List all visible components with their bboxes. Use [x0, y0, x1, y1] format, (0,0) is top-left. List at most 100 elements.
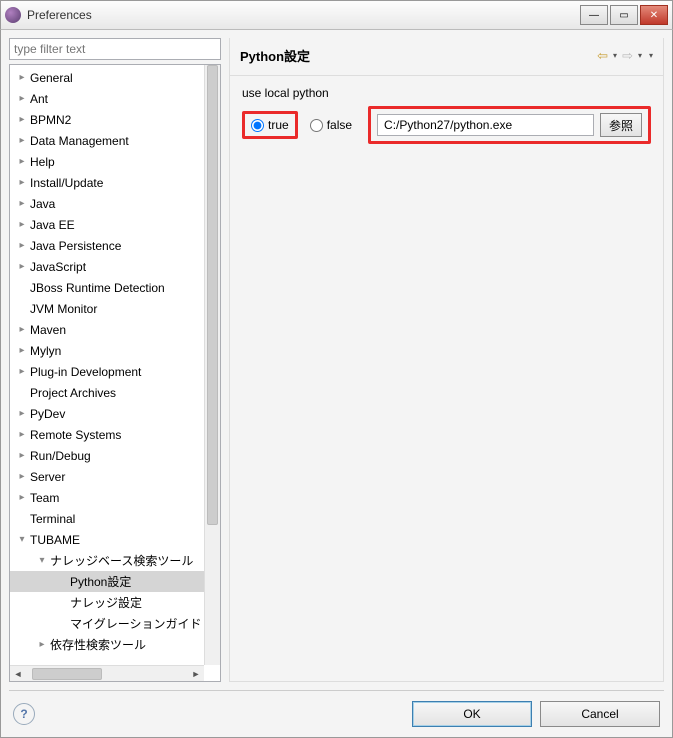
tree-item[interactable]: ▸Java Persistence	[10, 235, 204, 256]
page-title: Python設定	[240, 46, 595, 65]
browse-button[interactable]: 参照	[600, 113, 642, 137]
tree-item-label: JavaScript	[30, 260, 86, 274]
tree-item-label: Remote Systems	[30, 428, 121, 442]
filter-input[interactable]	[9, 38, 221, 60]
tree-item[interactable]: Project Archives	[10, 382, 204, 403]
radio-false-label: false	[327, 118, 352, 132]
horizontal-scrollbar[interactable]: ◄ ►	[10, 665, 204, 681]
nav-forward-menu[interactable]: ▾	[635, 51, 645, 60]
twisty-open-icon[interactable]: ▾	[14, 534, 30, 545]
python-path-input[interactable]	[377, 114, 594, 136]
tree-item[interactable]: Terminal	[10, 508, 204, 529]
tree-item[interactable]: ▸JavaScript	[10, 256, 204, 277]
minimize-button[interactable]: —	[580, 5, 608, 25]
tree-item-label: マイグレーションガイド	[70, 615, 202, 632]
tree-item-label: TUBAME	[30, 533, 80, 547]
tree-item[interactable]: JBoss Runtime Detection	[10, 277, 204, 298]
tree-container: ▸General▸Ant▸BPMN2▸Data Management▸Help▸…	[9, 64, 221, 682]
twisty-closed-icon[interactable]: ▸	[14, 471, 30, 482]
tree-item[interactable]: Python設定	[10, 571, 204, 592]
tree-item-label: Install/Update	[30, 176, 103, 190]
tree-item-label: ナレッジ設定	[70, 594, 142, 611]
twisty-closed-icon[interactable]: ▸	[14, 177, 30, 188]
twisty-closed-icon[interactable]: ▸	[14, 366, 30, 377]
nav-forward-icon[interactable]: ⇨	[620, 48, 635, 64]
tree-item[interactable]: ▾TUBAME	[10, 529, 204, 550]
tree-item[interactable]: ▸General	[10, 67, 204, 88]
tree-item-label: Data Management	[30, 134, 129, 148]
tree-item-label: Help	[30, 155, 55, 169]
nav-menu-icon[interactable]: ▾	[645, 51, 653, 60]
tree-item[interactable]: ▸依存性検索ツール	[10, 634, 204, 655]
tree-item[interactable]: ナレッジ設定	[10, 592, 204, 613]
twisty-closed-icon[interactable]: ▸	[14, 429, 30, 440]
twisty-closed-icon[interactable]: ▸	[14, 219, 30, 230]
twisty-closed-icon[interactable]: ▸	[14, 261, 30, 272]
preferences-dialog: ▸General▸Ant▸BPMN2▸Data Management▸Help▸…	[0, 30, 673, 738]
tree-item[interactable]: ▸Data Management	[10, 130, 204, 151]
twisty-open-icon[interactable]: ▾	[34, 555, 50, 566]
twisty-closed-icon[interactable]: ▸	[14, 198, 30, 209]
tree-item-label: Run/Debug	[30, 449, 91, 463]
eclipse-icon	[5, 7, 21, 23]
twisty-closed-icon[interactable]: ▸	[14, 114, 30, 125]
nav-back-icon[interactable]: ⇦	[595, 48, 610, 64]
tree-item[interactable]: ▸Java EE	[10, 214, 204, 235]
tree-item[interactable]: ▸BPMN2	[10, 109, 204, 130]
tree-item[interactable]: ▾ナレッジベース検索ツール	[10, 550, 204, 571]
radio-false[interactable]: false	[304, 114, 358, 136]
tree-item-label: Terminal	[30, 512, 75, 526]
tree-item[interactable]: ▸Java	[10, 193, 204, 214]
twisty-closed-icon[interactable]: ▸	[14, 408, 30, 419]
twisty-closed-icon[interactable]: ▸	[14, 156, 30, 167]
tree-item-label: Java	[30, 197, 55, 211]
tree-item-label: ナレッジベース検索ツール	[50, 552, 193, 569]
tree-item[interactable]: ▸Remote Systems	[10, 424, 204, 445]
tree-item[interactable]: マイグレーションガイド	[10, 613, 204, 634]
tree-item-label: BPMN2	[30, 113, 71, 127]
twisty-closed-icon[interactable]: ▸	[14, 93, 30, 104]
tree-item[interactable]: ▸Install/Update	[10, 172, 204, 193]
maximize-button[interactable]: ▭	[610, 5, 638, 25]
use-local-python-label: use local python	[242, 86, 651, 100]
tree-item-label: 依存性検索ツール	[50, 636, 146, 653]
cancel-button[interactable]: Cancel	[540, 701, 660, 727]
tree-item[interactable]: ▸Server	[10, 466, 204, 487]
tree-item-label: General	[30, 71, 73, 85]
tree-item-label: Project Archives	[30, 386, 116, 400]
twisty-closed-icon[interactable]: ▸	[34, 639, 50, 650]
twisty-closed-icon[interactable]: ▸	[14, 345, 30, 356]
close-button[interactable]: ✕	[640, 5, 668, 25]
preferences-tree[interactable]: ▸General▸Ant▸BPMN2▸Data Management▸Help▸…	[10, 65, 204, 665]
nav-back-menu[interactable]: ▾	[610, 51, 620, 60]
tree-item-label: Plug-in Development	[30, 365, 141, 379]
ok-button[interactable]: OK	[412, 701, 532, 727]
twisty-closed-icon[interactable]: ▸	[14, 324, 30, 335]
left-panel: ▸General▸Ant▸BPMN2▸Data Management▸Help▸…	[9, 38, 221, 682]
tree-item-label: Team	[30, 491, 59, 505]
twisty-closed-icon[interactable]: ▸	[14, 492, 30, 503]
tree-item-label: Maven	[30, 323, 66, 337]
help-icon[interactable]: ?	[13, 703, 35, 725]
vertical-scrollbar[interactable]	[204, 65, 220, 665]
radio-false-input[interactable]	[310, 119, 323, 132]
tree-item[interactable]: ▸Maven	[10, 319, 204, 340]
twisty-closed-icon[interactable]: ▸	[14, 135, 30, 146]
tree-item-label: PyDev	[30, 407, 65, 421]
tree-item[interactable]: JVM Monitor	[10, 298, 204, 319]
tree-item[interactable]: ▸Team	[10, 487, 204, 508]
tree-item[interactable]: ▸Plug-in Development	[10, 361, 204, 382]
tree-item-label: JVM Monitor	[30, 302, 97, 316]
tree-item[interactable]: ▸Mylyn	[10, 340, 204, 361]
radio-true-input[interactable]	[251, 119, 264, 132]
tree-item[interactable]: ▸Help	[10, 151, 204, 172]
twisty-closed-icon[interactable]: ▸	[14, 72, 30, 83]
tree-item[interactable]: ▸PyDev	[10, 403, 204, 424]
tree-item[interactable]: ▸Ant	[10, 88, 204, 109]
twisty-closed-icon[interactable]: ▸	[14, 240, 30, 251]
radio-true[interactable]: true	[242, 111, 298, 139]
radio-true-label: true	[268, 118, 289, 132]
twisty-closed-icon[interactable]: ▸	[14, 450, 30, 461]
tree-item-label: Server	[30, 470, 65, 484]
tree-item[interactable]: ▸Run/Debug	[10, 445, 204, 466]
